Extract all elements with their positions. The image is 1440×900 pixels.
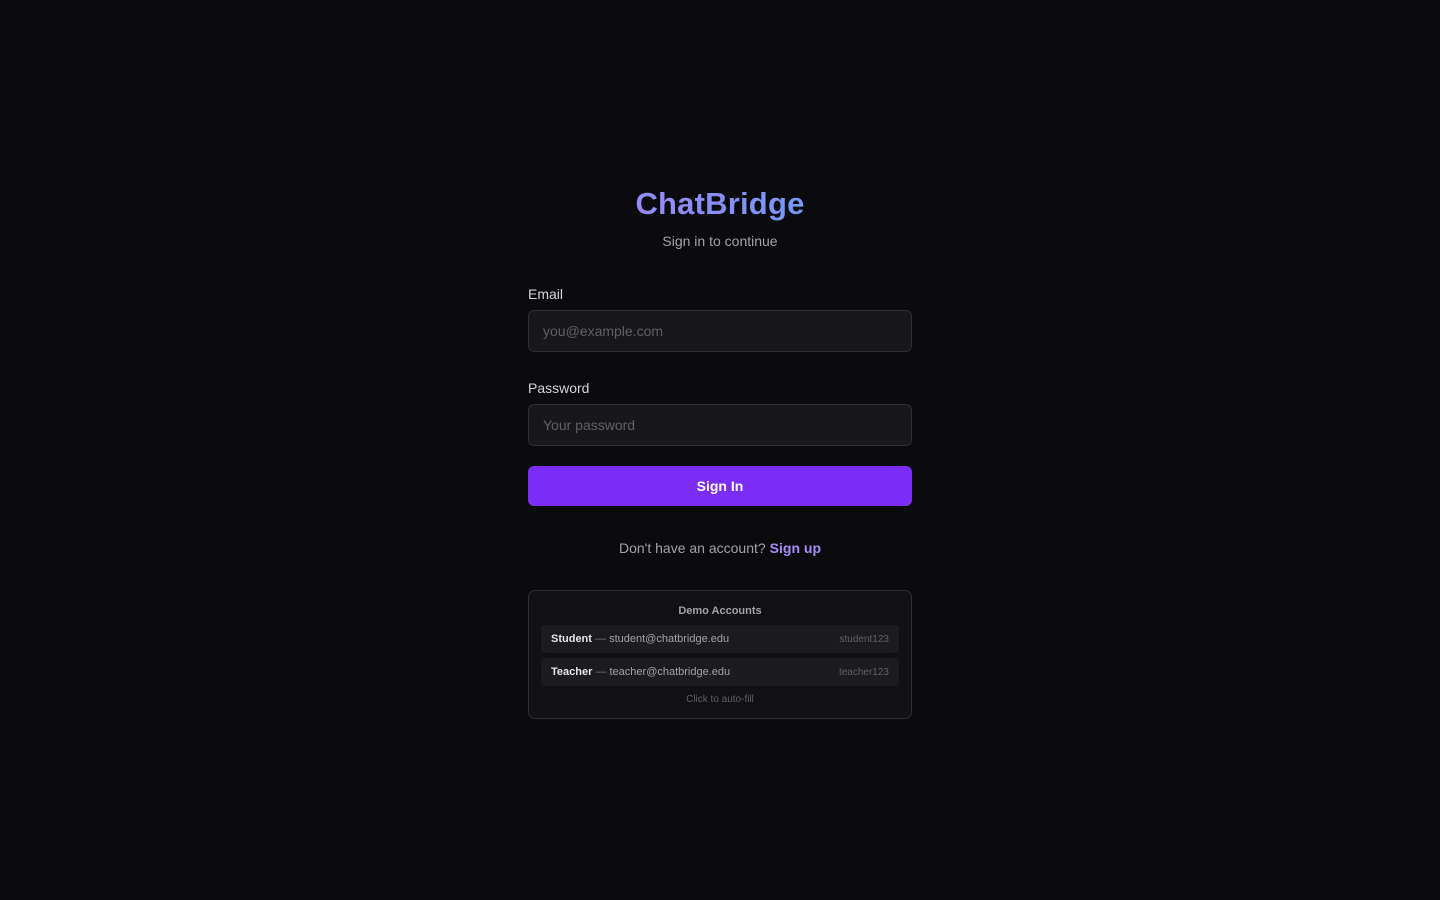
demo-accounts-panel: Demo Accounts Student — student@chatbrid… xyxy=(528,590,912,719)
demo-account-password: teacher123 xyxy=(838,666,889,678)
demo-account-teacher[interactable]: Teacher — teacher@chatbridge.edu teacher… xyxy=(541,658,899,686)
password-label: Password xyxy=(528,380,590,396)
password-input[interactable] xyxy=(528,404,912,446)
demo-account-info: Student — student@chatbridge.edu xyxy=(551,633,729,645)
demo-account-password: student123 xyxy=(839,633,890,645)
signup-prompt: Don't have an account? xyxy=(619,540,766,556)
demo-accounts-hint: Click to auto-fill xyxy=(686,694,754,705)
login-card: ChatBridge Sign in to continue Email Pas… xyxy=(528,180,912,719)
app-logo-title: ChatBridge xyxy=(528,180,912,228)
signup-row: Don't have an account? Sign up xyxy=(528,539,912,557)
demo-account-info: Teacher — teacher@chatbridge.edu xyxy=(551,666,730,678)
sign-up-link[interactable]: Sign up xyxy=(770,540,821,556)
email-input[interactable] xyxy=(528,310,912,352)
sign-in-button[interactable]: Sign In xyxy=(528,466,912,506)
demo-account-email: teacher@chatbridge.edu xyxy=(609,666,731,678)
demo-accounts-title: Demo Accounts xyxy=(678,605,762,617)
demo-account-role: Teacher xyxy=(551,666,593,678)
demo-account-separator: — xyxy=(595,633,607,645)
demo-account-student[interactable]: Student — student@chatbridge.edu student… xyxy=(541,625,899,653)
demo-account-role: Student xyxy=(551,633,592,645)
login-page: ChatBridge Sign in to continue Email Pas… xyxy=(0,0,1440,900)
page-subtitle: Sign in to continue xyxy=(662,233,778,249)
email-label: Email xyxy=(528,286,564,302)
demo-account-separator: — xyxy=(595,666,607,678)
demo-account-email: student@chatbridge.edu xyxy=(609,633,730,645)
